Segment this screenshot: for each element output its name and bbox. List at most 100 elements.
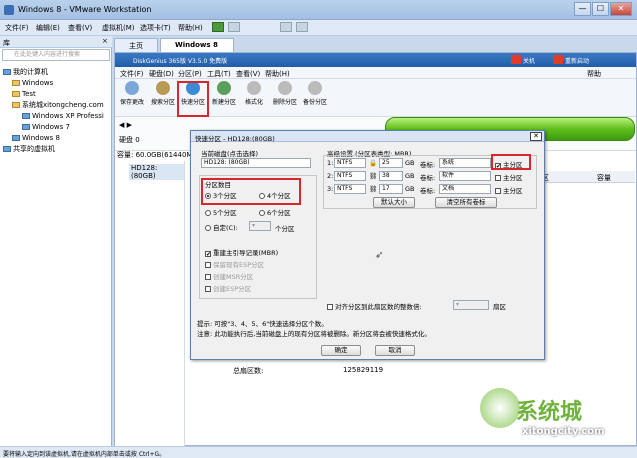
tree-item-win7[interactable]: Windows 7 <box>22 123 70 132</box>
disk-label: 硬盘 0 <box>119 136 140 144</box>
custom-count-select[interactable]: ▾ <box>249 221 271 231</box>
cancel-button[interactable]: 取消 <box>375 345 415 356</box>
nav-arrows[interactable]: ◀ ▶ <box>119 121 132 129</box>
menu-help[interactable]: 帮助(H) <box>178 23 203 33</box>
radio-5-partitions[interactable]: 5个分区 <box>205 207 237 217</box>
format-icon <box>247 81 261 95</box>
row3-unit: GB <box>405 185 415 193</box>
tree-item-xitongcheng[interactable]: 系统城xitongcheng.com <box>12 101 104 110</box>
tree-item-test[interactable]: Test <box>12 90 36 99</box>
dg-menu-file[interactable]: 文件(F) <box>120 69 144 79</box>
align-checkbox[interactable]: 对齐分区到此扇区数的整数倍: <box>327 301 422 311</box>
dg-menu-view[interactable]: 查看(V) <box>236 69 260 79</box>
radio-icon <box>205 210 211 216</box>
rebuild-mbr-checkbox[interactable]: ✔ 重建主引导记录(MBR) <box>205 247 278 258</box>
row1-fs-select[interactable]: NTFS <box>334 158 366 168</box>
close-button[interactable]: ✕ <box>610 2 632 16</box>
shutdown-icon <box>511 55 521 64</box>
row3-size-input[interactable]: 17 <box>379 184 403 194</box>
checkbox-icon <box>205 286 211 292</box>
current-disk-field[interactable]: HD128: (80GB) <box>201 158 311 168</box>
ok-button[interactable]: 确定 <box>321 345 361 356</box>
quick-partition-dialog: 快速分区 - HD128:(80GB) ✕ 当前磁盘(点击选择) HD128: … <box>190 130 545 360</box>
row2-size-input[interactable]: 38 <box>379 171 403 181</box>
vm-icon <box>12 135 20 141</box>
backup-partition-button[interactable]: 备份分区 <box>300 81 330 106</box>
snapshot-icon[interactable] <box>228 22 240 32</box>
col-capacity[interactable]: 容量 <box>597 173 611 183</box>
row2-primary-checkbox[interactable]: 主分区 <box>495 172 523 182</box>
row1-unit: GB <box>405 159 415 167</box>
dg-menu-tools[interactable]: 工具(T) <box>207 69 231 79</box>
new-partition-button[interactable]: 新建分区 <box>209 81 239 106</box>
tree-item-windows[interactable]: Windows <box>12 79 53 88</box>
menu-file[interactable]: 文件(F) <box>5 23 29 33</box>
radio-icon <box>205 225 211 231</box>
library-title: 库 <box>3 39 10 47</box>
tree-item-winxp[interactable]: Windows XP Professi <box>22 112 104 121</box>
disk-tree-item[interactable]: HD128: (80GB) <box>129 164 184 180</box>
dg-menu-disk[interactable]: 硬盘(D) <box>149 69 174 79</box>
window-title: Windows 8 - VMware Workstation <box>18 5 152 14</box>
revert-icon[interactable] <box>280 22 292 32</box>
search-icon <box>156 81 170 95</box>
menu-edit[interactable]: 编辑(E) <box>36 23 60 33</box>
menu-bar: 文件(F) 编辑(E) 查看(V) 虚拟机(M) 选项卡(T) 帮助(H) <box>0 20 637 36</box>
library-search-input[interactable]: 在此处键入内容进行搜索 <box>2 49 110 61</box>
tab-home[interactable]: 主页 <box>114 38 158 52</box>
tree-item-my-computer[interactable]: 我的计算机 <box>3 68 48 77</box>
diskgenius-titlebar: DiskGenius 365版 V3.5.0 免费版 关机 重新启动 <box>115 53 636 67</box>
maximize-button[interactable]: ☐ <box>592 2 609 16</box>
row3-primary-checkbox[interactable]: 主分区 <box>495 185 523 195</box>
fullscreen-icon[interactable] <box>296 22 308 32</box>
dg-menu-help[interactable]: 帮助(H) <box>265 69 290 79</box>
row3-vol-label: 卷标: <box>420 187 436 195</box>
tree-item-win8[interactable]: Windows 8 <box>12 134 60 143</box>
format-button[interactable]: 格式化 <box>239 81 269 106</box>
radio-6-partitions[interactable]: 6个分区 <box>259 207 291 217</box>
tree-item-shared[interactable]: 共享的虚拟机 <box>3 145 55 154</box>
highlight-quick-partition <box>177 81 209 117</box>
search-partition-button[interactable]: 搜索分区 <box>148 81 178 106</box>
dialog-close-button[interactable]: ✕ <box>530 132 542 141</box>
radio-custom[interactable]: 自定(C): <box>205 222 238 232</box>
capacity-text: 容量: 60.0GB(61440MB) <box>117 151 200 159</box>
align-select[interactable]: ▾ <box>453 300 489 310</box>
minimize-button[interactable]: — <box>574 2 591 16</box>
row3-index: 3: <box>327 185 334 193</box>
checkbox-icon <box>205 262 211 268</box>
mouse-cursor-icon: ➶ <box>375 250 384 261</box>
shared-icon <box>3 146 11 152</box>
create-esp-checkbox: 创建ESP分区 <box>205 283 251 293</box>
row2-vol-input[interactable]: 软件 <box>439 171 491 181</box>
row1-vol-input[interactable]: 系统 <box>439 158 491 168</box>
default-size-button[interactable]: 默认大小 <box>373 197 415 208</box>
menu-vm[interactable]: 虚拟机(M) <box>102 23 135 33</box>
save-icon <box>125 81 139 95</box>
lock-icon: 🔒 <box>369 159 378 167</box>
row1-size-input[interactable]: 25 <box>379 158 403 168</box>
dg-help-link[interactable]: 帮助 <box>587 69 601 79</box>
clear-labels-button[interactable]: 清空所有卷标 <box>435 197 497 208</box>
power-on-icon[interactable] <box>212 22 224 32</box>
row3-vol-input[interactable]: 文档 <box>439 184 491 194</box>
vmware-icon <box>4 5 14 15</box>
delete-partition-button[interactable]: 删除分区 <box>270 81 300 106</box>
reboot-button[interactable]: 重新启动 <box>565 56 589 65</box>
shutdown-button[interactable]: 关机 <box>523 56 535 65</box>
tab-windows8[interactable]: Windows 8 <box>160 38 234 52</box>
library-close-icon[interactable]: × <box>102 37 108 45</box>
menu-view[interactable]: 查看(V) <box>68 23 92 33</box>
backup-icon <box>308 81 322 95</box>
menu-tabs[interactable]: 选项卡(T) <box>140 23 171 33</box>
save-changes-button[interactable]: 保存更改 <box>117 81 147 106</box>
row2-vol-label: 卷标: <box>420 174 436 182</box>
folder-icon <box>12 102 20 108</box>
dg-menu-partition[interactable]: 分区(P) <box>178 69 202 79</box>
watermark-sub: xitongcity.com <box>522 426 605 437</box>
row2-fs-select[interactable]: NTFS <box>334 171 366 181</box>
tab-strip: 主页 Windows 8 <box>114 38 637 52</box>
current-disk-label: 当前磁盘(点击选择) <box>201 150 259 158</box>
row3-fs-select[interactable]: NTFS <box>334 184 366 194</box>
row1-index: 1: <box>327 159 334 167</box>
